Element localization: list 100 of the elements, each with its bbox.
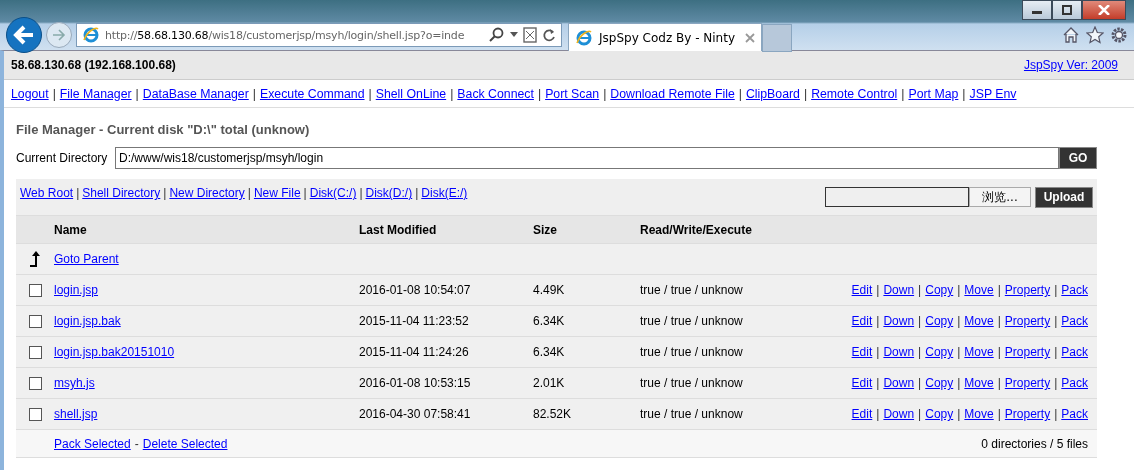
action-link[interactable]: Property <box>1004 407 1051 421</box>
action-link[interactable]: Down <box>883 376 915 390</box>
separator: | <box>1054 376 1058 390</box>
toolbar-link[interactable]: Web Root <box>20 186 74 200</box>
action-link[interactable]: Down <box>883 407 915 421</box>
separator: | <box>450 86 454 101</box>
toolbar-link[interactable]: Disk(C:/) <box>309 186 357 200</box>
maximize-button[interactable] <box>1052 0 1082 20</box>
action-link[interactable]: Edit <box>851 314 873 328</box>
home-icon[interactable] <box>1062 26 1080 44</box>
back-arrow-icon <box>13 25 35 45</box>
action-link[interactable]: Down <box>883 283 915 297</box>
tab-title: JspSpy Codz By - Ninty <box>599 30 737 45</box>
nav-link[interactable]: Execute Command <box>259 86 365 101</box>
action-link[interactable]: Pack <box>1061 407 1088 421</box>
action-link[interactable]: Property <box>1004 376 1051 390</box>
maximize-icon <box>1061 5 1073 15</box>
separator: | <box>247 186 251 200</box>
action-link[interactable]: Down <box>883 345 915 359</box>
table-cell: 2015-11-04 11:23:52 <box>359 314 469 328</box>
action-link[interactable]: Move <box>964 407 994 421</box>
close-button[interactable] <box>1082 0 1126 20</box>
action-link[interactable]: Move <box>964 283 994 297</box>
separator: | <box>303 186 307 200</box>
action-link[interactable]: Copy <box>925 345 954 359</box>
file-link[interactable]: login.jsp.bak <box>54 314 121 328</box>
file-input-field[interactable] <box>825 187 969 207</box>
checkbox[interactable] <box>28 407 42 421</box>
separator: | <box>918 345 922 359</box>
file-link[interactable]: msyh.js <box>54 376 95 390</box>
action-link[interactable]: Property <box>1004 345 1051 359</box>
checkbox[interactable] <box>28 314 42 328</box>
action-link[interactable]: Copy <box>925 407 954 421</box>
nav-link[interactable]: Download Remote File <box>610 86 735 101</box>
action-link[interactable]: Move <box>964 376 994 390</box>
nav-link[interactable]: JSP Env <box>969 86 1017 101</box>
action-link[interactable]: Copy <box>925 376 954 390</box>
nav-link[interactable]: ClipBoard <box>745 86 800 101</box>
action-link[interactable]: Pack <box>1061 345 1088 359</box>
nav-link[interactable]: File Manager <box>59 86 132 101</box>
back-button[interactable] <box>6 17 42 53</box>
nav-link[interactable]: DataBase Manager <box>142 86 249 101</box>
toolbar-link[interactable]: Disk(E:/) <box>421 186 468 200</box>
separator: | <box>957 376 961 390</box>
separator: | <box>918 376 922 390</box>
toolbar-link[interactable]: New Directory <box>169 186 245 200</box>
go-button[interactable]: GO <box>1059 147 1097 169</box>
search-icon[interactable] <box>489 27 505 43</box>
upload-button[interactable]: Upload <box>1035 186 1093 208</box>
minimize-button[interactable] <box>1022 0 1052 20</box>
nav-link[interactable]: Logout <box>11 86 49 101</box>
separator: | <box>918 314 922 328</box>
action-link[interactable]: Edit <box>851 283 873 297</box>
star-icon[interactable] <box>1086 26 1104 44</box>
separator: | <box>957 314 961 328</box>
checkbox[interactable] <box>28 283 42 297</box>
toolbar-link[interactable]: Shell Directory <box>82 186 161 200</box>
nav-link[interactable]: Port Scan <box>545 86 600 101</box>
nav-link[interactable]: Back Connect <box>457 86 534 101</box>
toolbar-link[interactable]: New File <box>253 186 301 200</box>
toolbar-link[interactable]: Disk(D:/) <box>365 186 413 200</box>
action-link[interactable]: Copy <box>925 283 954 297</box>
action-link[interactable]: Property <box>1004 314 1051 328</box>
parent-link[interactable]: Goto Parent <box>54 252 119 266</box>
browse-button[interactable]: 浏览... <box>969 187 1031 207</box>
file-link[interactable]: shell.jsp <box>54 407 98 421</box>
action-link[interactable]: Edit <box>851 345 873 359</box>
action-link[interactable]: Move <box>964 345 994 359</box>
action-link[interactable]: Edit <box>851 376 873 390</box>
table-cell: true / true / unknow <box>640 407 743 421</box>
dropdown-caret-icon[interactable] <box>510 32 518 38</box>
up-arrow-icon[interactable] <box>29 251 41 267</box>
host-address: 58.68.130.68 (192.168.100.68) <box>11 58 176 72</box>
action-link[interactable]: Down <box>883 314 915 328</box>
settings-icon[interactable] <box>1110 26 1128 44</box>
checkbox[interactable] <box>28 376 42 390</box>
nav-link[interactable]: Port Map <box>908 86 959 101</box>
footer-link[interactable]: Pack Selected <box>54 436 131 451</box>
action-link[interactable]: Property <box>1004 283 1051 297</box>
close-icon[interactable] <box>745 32 755 43</box>
action-link[interactable]: Move <box>964 314 994 328</box>
refresh-icon[interactable] <box>542 28 556 42</box>
action-link[interactable]: Edit <box>851 407 873 421</box>
nav-link[interactable]: Shell OnLine <box>375 86 447 101</box>
action-link[interactable]: Copy <box>925 314 954 328</box>
nav-link[interactable]: Remote Control <box>811 86 898 101</box>
checkbox[interactable] <box>28 345 42 359</box>
separator: | <box>163 186 167 200</box>
version-link[interactable]: JspSpy Ver: 2009 <box>1023 58 1118 72</box>
file-link[interactable]: login.jsp.bak20151010 <box>54 345 175 359</box>
browser-tab[interactable]: JspSpy Codz By - Ninty <box>568 23 762 51</box>
footer-link[interactable]: Delete Selected <box>142 436 228 451</box>
directory-input-field[interactable]: D:/www/wis18/customerjsp/msyh/login <box>115 147 1059 169</box>
separator: | <box>918 407 922 421</box>
table-cell: true / true / unknow <box>640 314 743 328</box>
file-link[interactable]: login.jsp <box>54 283 99 297</box>
action-link[interactable]: Pack <box>1061 314 1088 328</box>
address-bar[interactable]: http://58.68.130.68/wis18/customerjsp/msyh/login/shell.jsp?o=inde <box>76 23 562 47</box>
action-link[interactable]: Pack <box>1061 376 1088 390</box>
action-link[interactable]: Pack <box>1061 283 1088 297</box>
